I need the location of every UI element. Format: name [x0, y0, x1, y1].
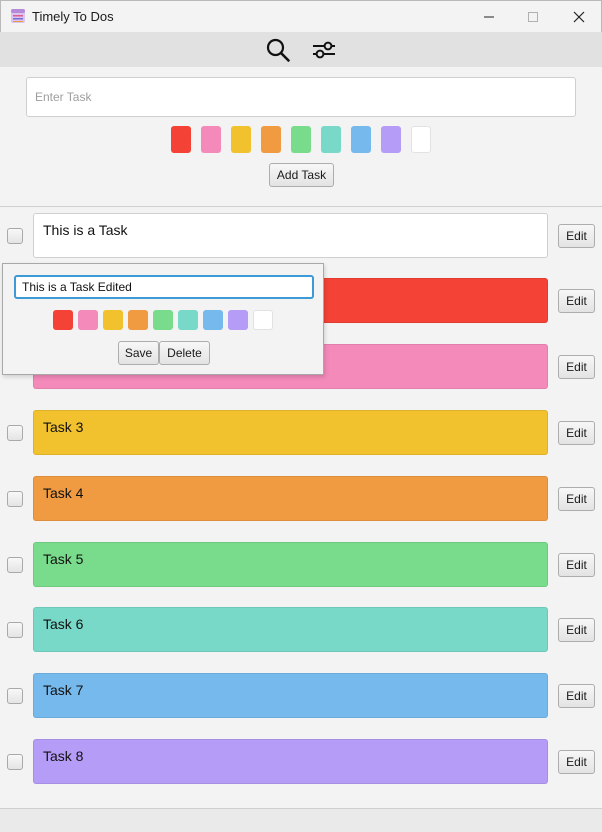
- filter-button[interactable]: [310, 36, 338, 64]
- color-swatch-yellow[interactable]: [103, 310, 123, 330]
- task-checkbox[interactable]: [7, 688, 23, 704]
- color-swatch-teal[interactable]: [178, 310, 198, 330]
- task-row: Task 3 Edit: [0, 410, 602, 456]
- task-row: This is a Task Edit: [0, 213, 602, 259]
- task-card: Task 3: [33, 410, 548, 455]
- add-task-button[interactable]: Add Task: [269, 163, 334, 187]
- task-text: This is a Task: [43, 222, 128, 238]
- task-card: Task 4: [33, 476, 548, 521]
- task-card: Task 8: [33, 739, 548, 784]
- maximize-icon: [528, 11, 538, 22]
- color-swatch-green[interactable]: [153, 310, 173, 330]
- status-bar: [0, 809, 602, 832]
- task-card: Task 6: [33, 607, 548, 652]
- search-icon: [266, 38, 290, 62]
- color-swatch-blue[interactable]: [203, 310, 223, 330]
- task-checkbox[interactable]: [7, 622, 23, 638]
- color-swatch-teal[interactable]: [321, 126, 341, 153]
- color-swatch-purple[interactable]: [381, 126, 401, 153]
- minimize-button[interactable]: [466, 1, 512, 32]
- close-button[interactable]: [556, 1, 602, 32]
- task-text: Task 5: [43, 551, 84, 567]
- search-button[interactable]: [264, 36, 292, 64]
- task-input[interactable]: [26, 77, 576, 117]
- color-swatch-green[interactable]: [291, 126, 311, 153]
- task-card: This is a Task: [33, 213, 548, 258]
- task-row: Task 4 Edit: [0, 476, 602, 522]
- color-swatch-purple[interactable]: [228, 310, 248, 330]
- edit-button[interactable]: Edit: [558, 487, 595, 511]
- window-title: Timely To Dos: [32, 9, 114, 24]
- title-bar: Timely To Dos: [0, 0, 602, 32]
- toolbar: [0, 32, 602, 67]
- add-task-panel: Add Task: [0, 67, 602, 207]
- task-text: Task 3: [43, 419, 84, 435]
- task-checkbox[interactable]: [7, 754, 23, 770]
- color-swatch-white[interactable]: [253, 310, 273, 330]
- task-checkbox[interactable]: [7, 557, 23, 573]
- edit-button[interactable]: Edit: [558, 750, 595, 774]
- color-palette: [171, 126, 431, 153]
- minimize-icon: [484, 16, 494, 17]
- task-text: Task 4: [43, 485, 84, 501]
- edit-button[interactable]: Edit: [558, 289, 595, 313]
- color-swatch-pink[interactable]: [78, 310, 98, 330]
- edit-button[interactable]: Edit: [558, 684, 595, 708]
- task-checkbox[interactable]: [7, 425, 23, 441]
- task-row: Task 8 Edit: [0, 739, 602, 785]
- edit-button[interactable]: Edit: [558, 224, 595, 248]
- color-swatch-red[interactable]: [171, 126, 191, 153]
- maximize-button[interactable]: [510, 1, 556, 32]
- task-card: Task 5: [33, 542, 548, 587]
- task-text: Task 8: [43, 748, 84, 764]
- edit-task-input[interactable]: [14, 275, 314, 299]
- save-button[interactable]: Save: [118, 341, 159, 365]
- edit-button[interactable]: Edit: [558, 355, 595, 379]
- edit-task-popup: Save Delete: [2, 263, 324, 375]
- color-swatch-yellow[interactable]: [231, 126, 251, 153]
- delete-button[interactable]: Delete: [159, 341, 210, 365]
- color-swatch-blue[interactable]: [351, 126, 371, 153]
- task-card: Task 7: [33, 673, 548, 718]
- task-checkbox[interactable]: [7, 228, 23, 244]
- color-swatch-pink[interactable]: [201, 126, 221, 153]
- color-swatch-orange[interactable]: [128, 310, 148, 330]
- close-icon: [573, 11, 585, 22]
- color-swatch-red[interactable]: [53, 310, 73, 330]
- task-row: Task 5 Edit: [0, 542, 602, 588]
- task-row: Task 6 Edit: [0, 607, 602, 653]
- filter-sliders-icon: [313, 41, 335, 59]
- color-swatch-orange[interactable]: [261, 126, 281, 153]
- edit-button[interactable]: Edit: [558, 421, 595, 445]
- edit-color-palette: [53, 310, 273, 330]
- task-text: Task 6: [43, 616, 84, 632]
- edit-button[interactable]: Edit: [558, 618, 595, 642]
- task-row: Task 7 Edit: [0, 673, 602, 719]
- task-checkbox[interactable]: [7, 491, 23, 507]
- color-swatch-white[interactable]: [411, 126, 431, 153]
- task-text: Task 7: [43, 682, 84, 698]
- app-icon: [11, 9, 25, 23]
- edit-button[interactable]: Edit: [558, 553, 595, 577]
